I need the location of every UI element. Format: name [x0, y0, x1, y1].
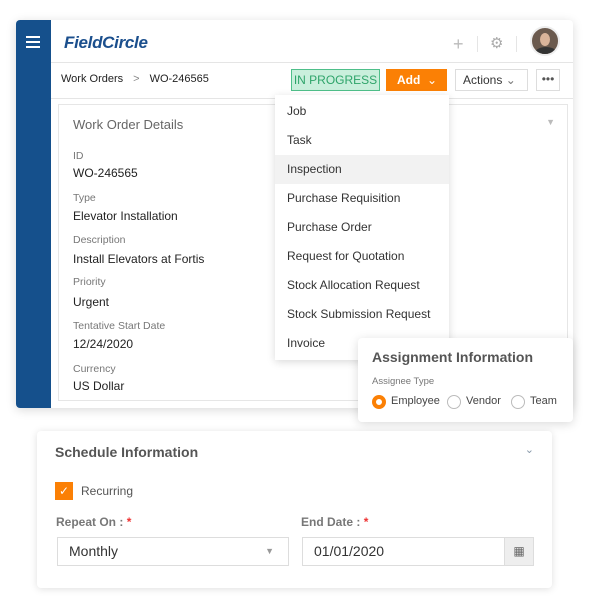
sidebar: [16, 20, 51, 408]
caret-down-icon: ▼: [265, 546, 274, 556]
plus-icon[interactable]: +: [453, 34, 464, 55]
divider: [477, 36, 478, 52]
field-value: Install Elevators at Fortis: [73, 252, 205, 266]
field-value: Urgent: [73, 295, 110, 309]
menu-item-purchase-order[interactable]: Purchase Order: [275, 213, 449, 242]
radio-label: Vendor: [466, 395, 501, 407]
select-value: Monthly: [69, 543, 119, 559]
end-date-input[interactable]: 01/01/2020 ▦: [302, 537, 534, 566]
field-label: Description: [73, 234, 126, 246]
calendar-icon[interactable]: ▦: [504, 538, 533, 565]
add-button[interactable]: Add ⌄: [386, 69, 447, 91]
add-label: Add: [397, 73, 421, 87]
status-badge: IN PROGRESS: [291, 69, 380, 91]
card-title: Schedule Information: [55, 444, 199, 460]
menu-item-job[interactable]: Job: [275, 97, 449, 126]
menu-item-stock-submission-request[interactable]: Stock Submission Request: [275, 300, 449, 329]
menu-item-task[interactable]: Task: [275, 126, 449, 155]
input-value: 01/01/2020: [314, 543, 385, 559]
breadcrumb: Work Orders > WO-246565: [61, 73, 209, 85]
radio-team[interactable]: [511, 395, 525, 409]
required-marker: *: [363, 515, 369, 529]
caret-down-icon[interactable]: ▼: [546, 117, 555, 127]
assignment-information-card: Assignment Information Assignee Type Emp…: [358, 338, 573, 422]
card-title: Work Order Details: [73, 117, 184, 132]
more-options-button[interactable]: •••: [536, 69, 560, 91]
menu-item-stock-allocation-request[interactable]: Stock Allocation Request: [275, 271, 449, 300]
field-label: Priority: [73, 276, 106, 288]
field-label: Currency: [73, 363, 116, 375]
field-value: WO-246565: [73, 166, 138, 180]
radio-label: Employee: [391, 395, 440, 407]
menu-item-purchase-requisition[interactable]: Purchase Requisition: [275, 184, 449, 213]
radio-employee[interactable]: [372, 395, 386, 409]
label-text: End Date :: [301, 515, 361, 529]
add-dropdown-menu: Job Task Inspection Purchase Requisition…: [275, 95, 449, 360]
breadcrumb-work-orders[interactable]: Work Orders: [61, 73, 123, 85]
recurring-label: Recurring: [81, 484, 134, 498]
field-value: US Dollar: [73, 379, 125, 393]
actions-label: Actions: [463, 73, 503, 87]
gear-icon[interactable]: ⚙: [490, 34, 503, 52]
field-label: Type: [73, 192, 96, 204]
radio-vendor[interactable]: [447, 395, 461, 409]
repeat-on-select[interactable]: Monthly ▼: [57, 537, 289, 566]
field-label: ID: [73, 150, 84, 162]
recurring-checkbox[interactable]: ✓: [55, 482, 73, 500]
field-value: 12/24/2020: [73, 337, 134, 351]
avatar[interactable]: [530, 26, 560, 56]
field-label: Tentative Start Date: [73, 320, 166, 332]
menu-item-request-for-quotation[interactable]: Request for Quotation: [275, 242, 449, 271]
assignee-type-label: Assignee Type: [372, 376, 435, 387]
menu-item-inspection[interactable]: Inspection: [275, 155, 449, 184]
end-date-label: End Date : *: [301, 515, 368, 529]
required-marker: *: [126, 515, 132, 529]
chevron-down-icon[interactable]: ⌄: [525, 443, 534, 456]
actions-button[interactable]: Actions ⌄: [455, 69, 528, 91]
divider: [516, 36, 517, 52]
divider: [51, 62, 573, 63]
chevron-right-icon: >: [133, 73, 140, 85]
card-title: Assignment Information: [372, 349, 534, 365]
label-text: Repeat On :: [56, 515, 124, 529]
chevron-down-icon: ⌄: [505, 73, 516, 87]
repeat-on-label: Repeat On : *: [56, 515, 131, 529]
fieldcircle-logo: FieldCircle: [64, 33, 148, 52]
hamburger-menu-icon[interactable]: [26, 36, 40, 38]
radio-label: Team: [530, 395, 557, 407]
field-value: Elevator Installation: [73, 209, 178, 223]
chevron-down-icon: ⌄: [426, 73, 437, 87]
schedule-information-card: Schedule Information ⌄ ✓ Recurring Repea…: [37, 431, 552, 588]
breadcrumb-current: WO-246565: [149, 73, 209, 85]
